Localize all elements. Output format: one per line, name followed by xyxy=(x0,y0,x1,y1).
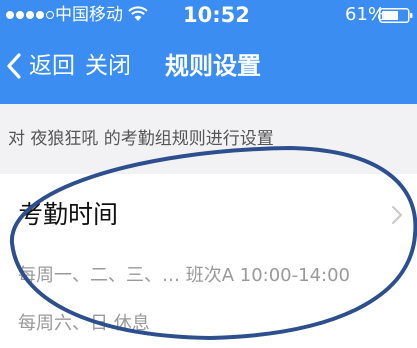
signal-dot xyxy=(26,11,34,19)
signal-dot xyxy=(16,11,24,19)
carrier-name: 中国移动 xyxy=(55,5,123,25)
status-time: 10:52 xyxy=(183,3,250,27)
signal-dot xyxy=(46,11,54,19)
close-button[interactable]: 关闭 xyxy=(85,51,131,81)
signal-dot xyxy=(6,11,14,19)
status-bar: 中国移动 10:52 61% xyxy=(0,0,417,32)
page-title: 规则设置 xyxy=(165,52,261,80)
hint-text: 对 夜狼狂吼 的考勤组规则进行设置 xyxy=(8,129,274,149)
back-button[interactable]: 返回 xyxy=(29,51,75,81)
nav-bar: 返回 关闭 规则设置 xyxy=(0,40,417,96)
schedule-weekday-line: 每周一、二、三、… 班次A 10:00-14:00 xyxy=(18,265,350,286)
signal-strength-icon xyxy=(6,11,54,19)
screen: 中国移动 10:52 61% 返回 关闭 规则设置 对 夜狼狂吼 的考勤组规则进 xyxy=(0,0,417,348)
header: 中国移动 10:52 61% 返回 关闭 规则设置 xyxy=(0,0,417,104)
signal-dot xyxy=(36,11,44,19)
schedule-weekend-line: 每周六、日 休息 xyxy=(18,313,150,334)
chevron-right-icon xyxy=(392,206,402,224)
battery-icon xyxy=(379,8,413,23)
back-chevron-icon[interactable] xyxy=(6,52,22,80)
wifi-icon xyxy=(128,6,148,21)
attendance-time-title: 考勤时间 xyxy=(18,200,119,229)
